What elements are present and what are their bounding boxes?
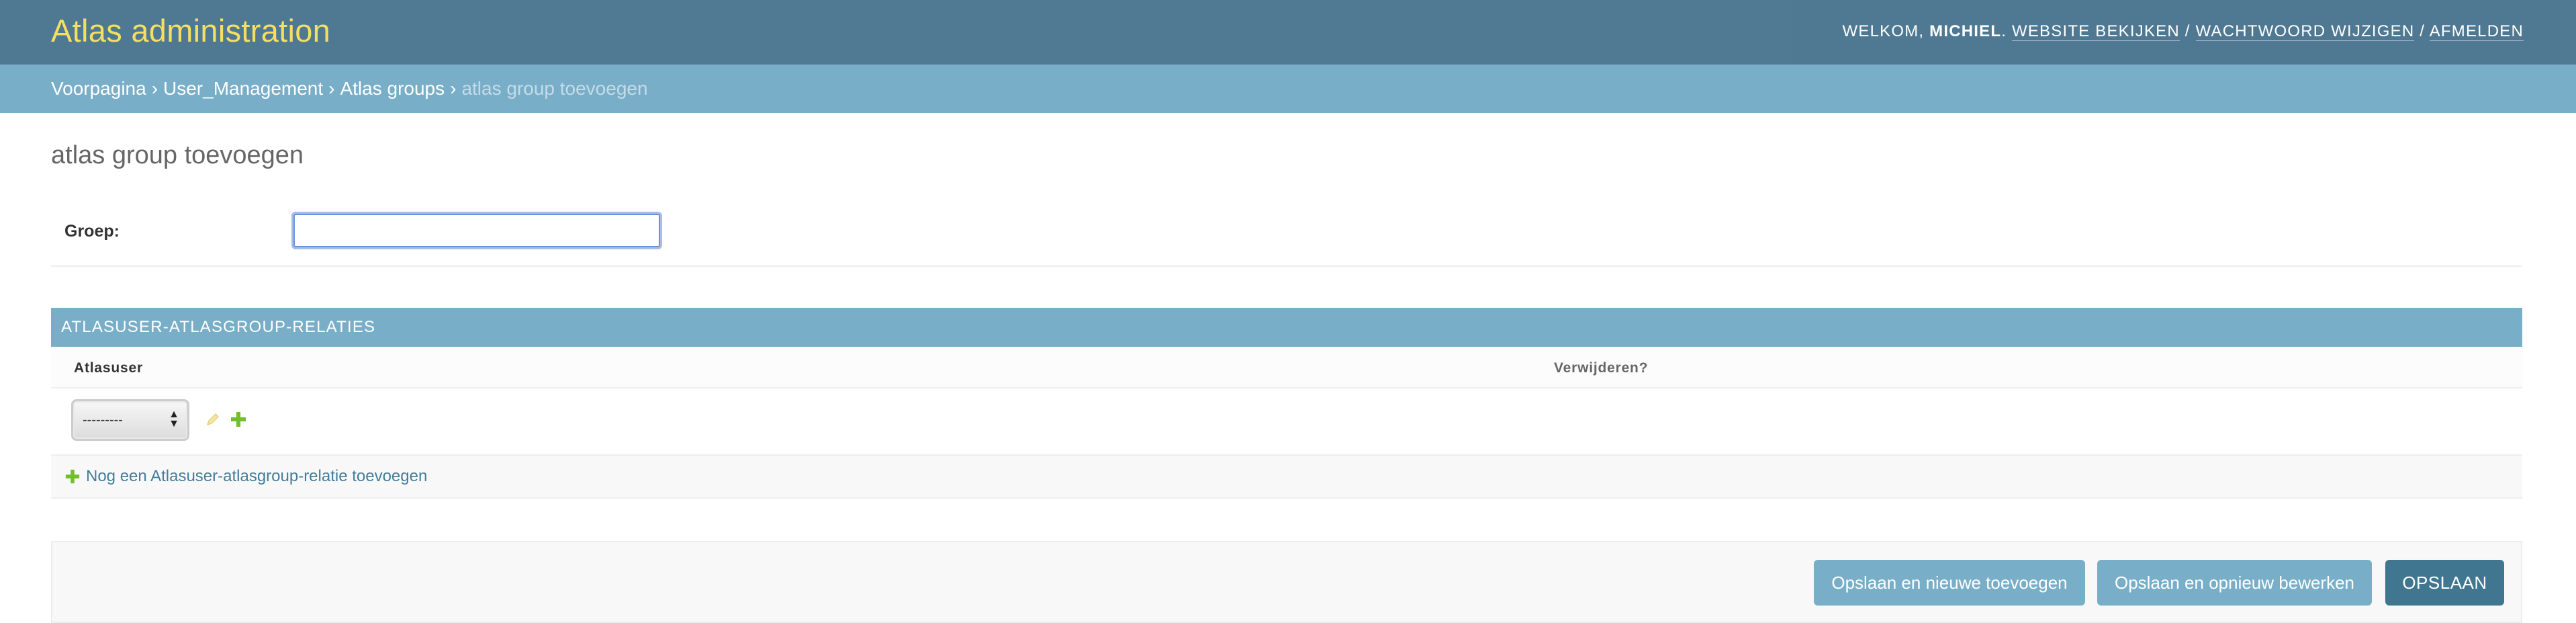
group-form-row: Groep:	[51, 200, 2522, 267]
atlasuser-select[interactable]: --------- ▲ ▼	[71, 399, 189, 441]
column-header-delete: Verwijderen?	[1554, 360, 1649, 376]
plus-icon[interactable]	[64, 468, 81, 488]
pencil-icon[interactable]	[205, 411, 221, 431]
submit-row: Opslaan en nieuwe toevoegen Opslaan en o…	[51, 541, 2522, 623]
welcome-text: Welkom,	[1842, 22, 1925, 40]
breadcrumb-separator: ›	[151, 78, 158, 99]
select-value: ---------	[83, 413, 123, 427]
breadcrumb-separator: ›	[328, 78, 335, 99]
link-separator: /	[2184, 22, 2191, 40]
logout-link[interactable]: Afmelden	[2429, 22, 2524, 41]
site-branding[interactable]: Atlas administration	[51, 12, 330, 49]
inline-title: Atlasuser-atlasgroup-relaties	[51, 308, 2522, 347]
user-tools: Welkom, Michiel. Website bekijken / Wach…	[1842, 22, 2524, 41]
group-label: Groep:	[64, 222, 120, 241]
breadcrumb-separator: ›	[450, 78, 457, 99]
breadcrumb: Voorpagina › User_Management › Atlas groups ›…	[0, 65, 2576, 113]
add-another-row: Nog een Atlasuser-atlasgroup-relatie toe…	[51, 456, 2522, 499]
header: Atlas administration Welkom, Michiel. We…	[0, 0, 2576, 65]
plus-icon[interactable]	[230, 411, 247, 431]
add-another-link[interactable]: Nog een Atlasuser-atlasgroup-relatie toe…	[86, 467, 427, 486]
breadcrumb-current: atlas group toevoegen	[461, 78, 648, 99]
inline-column-headers: Atlasuser Verwijderen?	[51, 347, 2522, 388]
group-input[interactable]	[291, 212, 662, 249]
select-arrows-icon: ▲ ▼	[169, 409, 179, 429]
breadcrumb-atlas-groups[interactable]: Atlas groups	[340, 78, 445, 99]
inline-row: --------- ▲ ▼	[51, 388, 2522, 456]
inline-relations: Atlasuser-atlasgroup-relaties Atlasuser …	[51, 308, 2522, 499]
view-site-link[interactable]: Website bekijken	[2011, 22, 2180, 41]
save-button[interactable]: Opslaan	[2385, 560, 2504, 606]
change-password-link[interactable]: Wachtwoord wijzigen	[2195, 22, 2415, 41]
save-and-continue-button[interactable]: Opslaan en opnieuw bewerken	[2097, 560, 2372, 606]
breadcrumb-home[interactable]: Voorpagina	[51, 78, 146, 99]
breadcrumb-user-management[interactable]: User_Management	[163, 78, 323, 99]
column-header-atlasuser: Atlasuser	[74, 360, 143, 376]
username: Michiel	[1929, 22, 2002, 40]
save-and-add-button[interactable]: Opslaan en nieuwe toevoegen	[1814, 560, 2085, 606]
page-title: atlas group toevoegen	[51, 141, 304, 169]
link-separator: /	[2420, 22, 2426, 40]
